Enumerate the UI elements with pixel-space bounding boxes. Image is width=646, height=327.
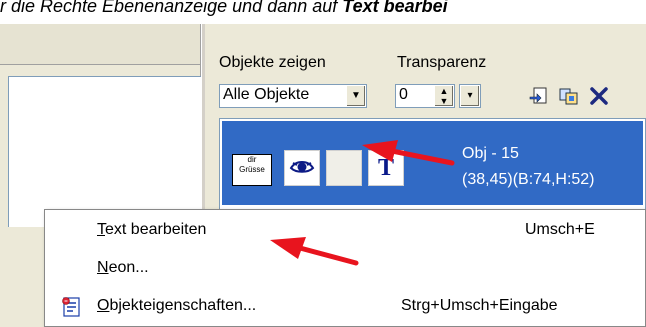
delete-icon[interactable] (587, 84, 611, 108)
chevron-down-icon[interactable]: ▼ (346, 86, 365, 106)
menu-item-neon-label: Neon... (97, 259, 149, 277)
objects-filter-select[interactable]: Alle Objekte ▼ (219, 84, 367, 108)
layer-thumbnail: dir Grüsse (232, 154, 272, 186)
menu-item-edit-text[interactable]: Text bearbeiten Umsch+E (45, 214, 645, 248)
layer-name: Obj - 15 (462, 145, 519, 162)
left-panel-header (0, 24, 200, 65)
objects-show-label: Objekte zeigen (219, 54, 326, 71)
menu-item-edit-text-label: Text bearbeiten (97, 221, 206, 239)
context-menu: Text bearbeiten Umsch+E Neon... Objektei… (44, 209, 646, 327)
chevron-down-icon[interactable]: ▾ (461, 86, 479, 106)
thumb-text-2: Grüsse (239, 165, 265, 174)
transparency-value: 0 (399, 86, 408, 103)
import-icon[interactable] (527, 84, 551, 108)
mnemonic-letter: O (97, 297, 110, 314)
layer-geometry: (38,45)(B:74,H:52) (462, 171, 595, 188)
screenshot-root: r die Rechte Ebenenanzeige und dann auf … (0, 0, 646, 327)
eye-icon[interactable] (284, 150, 320, 186)
copy-objects-icon[interactable] (557, 84, 581, 108)
objects-filter-value: Alle Objekte (223, 86, 310, 103)
menu-item-edit-text-shortcut: Umsch+E (525, 221, 595, 238)
properties-icon (61, 296, 83, 318)
transparency-input[interactable]: 0 ▲ ▼ (395, 84, 455, 108)
thumb-text-1: dir (247, 155, 257, 164)
caption-bold-text: Text bearbei (342, 0, 448, 16)
mnemonic-letter: T (97, 221, 105, 238)
transparency-dropdown[interactable]: ▾ (459, 84, 481, 108)
menu-label-rest: bjekteigenschaften... (109, 297, 257, 314)
menu-item-object-properties-shortcut: Strg+Umsch+Eingabe (401, 297, 558, 314)
menu-label-rest: ext bearbeiten (105, 221, 207, 238)
spin-up-down-icon[interactable]: ▲ ▼ (435, 86, 453, 106)
layer-row-selected[interactable]: dir Grüsse T Obj - 15 (38,45)(B:74,H:52) (222, 121, 643, 205)
transparency-label: Transparenz (397, 54, 487, 71)
lock-toggle[interactable] (326, 150, 362, 186)
menu-item-neon[interactable]: Neon... (45, 252, 645, 286)
menu-label-rest: eon... (108, 259, 149, 276)
left-panel-content (8, 76, 201, 227)
menu-item-object-properties[interactable]: Objekteigenschaften... Strg+Umsch+Eingab… (45, 290, 645, 324)
caption-text: r die Rechte Ebenenanzeige und dann auf (0, 0, 343, 16)
text-T-icon: T (368, 150, 404, 186)
mnemonic-letter: N (97, 259, 109, 276)
menu-item-object-properties-label: Objekteigenschaften... (97, 297, 256, 315)
instruction-caption: r die Rechte Ebenenanzeige und dann auf … (0, 0, 448, 17)
